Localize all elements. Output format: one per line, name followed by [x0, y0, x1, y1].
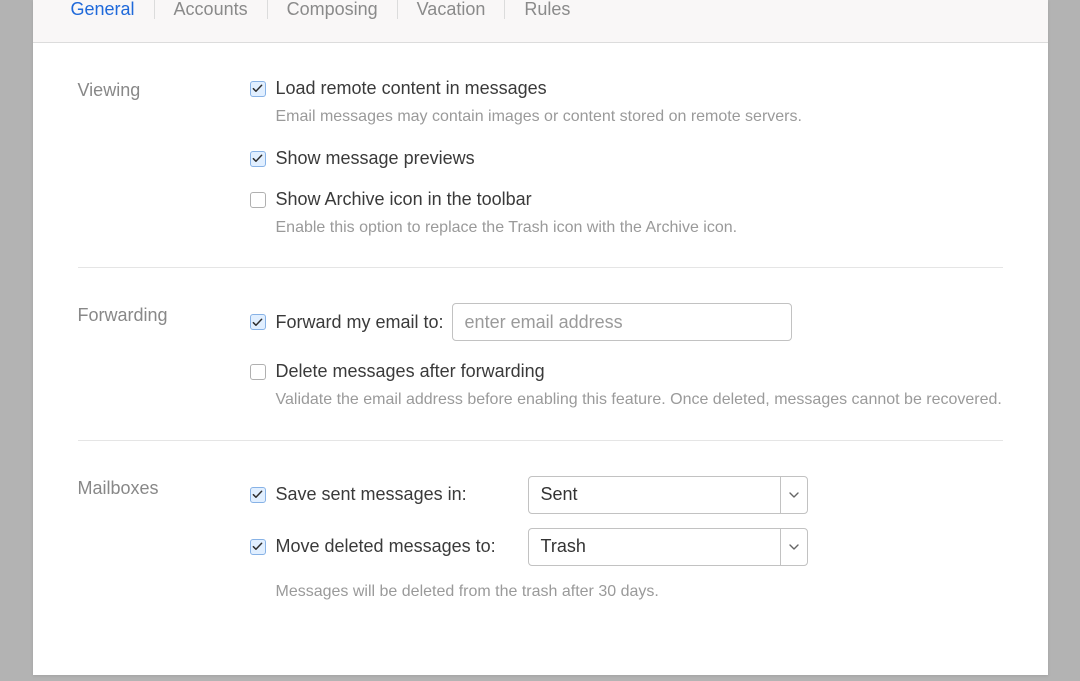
checkbox-move-deleted[interactable] [250, 539, 266, 555]
settings-content: Viewing Load remote content in messages … [33, 43, 1048, 681]
tab-separator [504, 0, 505, 19]
tab-general[interactable]: General [61, 0, 145, 18]
select-save-sent[interactable]: Sent [528, 476, 808, 514]
label-delete-after: Delete messages after forwarding [276, 361, 545, 382]
tab-composing[interactable]: Composing [277, 0, 388, 18]
section-label-mailboxes: Mailboxes [78, 476, 250, 603]
checkbox-show-previews[interactable] [250, 151, 266, 167]
label-move-deleted: Move deleted messages to: [276, 536, 516, 557]
checkbox-forward-to[interactable] [250, 314, 266, 330]
tab-bar: General Accounts Composing Vacation Rule… [33, 0, 1048, 43]
input-forward-email[interactable] [452, 303, 792, 341]
option-load-remote: Load remote content in messages Email me… [250, 78, 1003, 128]
section-label-viewing: Viewing [78, 78, 250, 239]
check-icon [252, 317, 263, 328]
checkbox-delete-after[interactable] [250, 364, 266, 380]
option-move-deleted: Move deleted messages to: Trash [250, 528, 1003, 566]
check-icon [252, 153, 263, 164]
tab-separator [154, 0, 155, 19]
check-icon [252, 541, 263, 552]
label-save-sent: Save sent messages in: [276, 484, 516, 505]
select-move-deleted[interactable]: Trash [528, 528, 808, 566]
select-save-sent-wrap: Sent [528, 476, 808, 514]
description-delete-after: Validate the email address before enabli… [276, 388, 1003, 411]
option-show-archive: Show Archive icon in the toolbar Enable … [250, 189, 1003, 239]
checkbox-show-archive[interactable] [250, 192, 266, 208]
section-viewing: Viewing Load remote content in messages … [78, 43, 1003, 268]
label-forward-to: Forward my email to: [276, 312, 444, 333]
section-body: Forward my email to: Delete messages aft… [250, 303, 1003, 411]
checkbox-load-remote[interactable] [250, 81, 266, 97]
label-show-archive: Show Archive icon in the toolbar [276, 189, 532, 210]
tab-separator [397, 0, 398, 19]
tab-separator [267, 0, 268, 19]
tab-accounts[interactable]: Accounts [164, 0, 258, 18]
option-save-sent: Save sent messages in: Sent [250, 476, 1003, 514]
section-body: Save sent messages in: Sent Move deleted… [250, 476, 1003, 603]
check-icon [252, 489, 263, 500]
settings-panel: General Accounts Composing Vacation Rule… [33, 0, 1048, 675]
section-label-forwarding: Forwarding [78, 303, 250, 411]
option-forward-to: Forward my email to: [250, 303, 1003, 341]
check-icon [252, 83, 263, 94]
description-load-remote: Email messages may contain images or con… [276, 105, 1003, 128]
section-mailboxes: Mailboxes Save sent messages in: Sent [78, 441, 1003, 631]
description-mailboxes: Messages will be deleted from the trash … [276, 580, 1003, 603]
tab-rules[interactable]: Rules [514, 0, 580, 18]
checkbox-save-sent[interactable] [250, 487, 266, 503]
section-forwarding: Forwarding Forward my email to: [78, 268, 1003, 440]
section-body: Load remote content in messages Email me… [250, 78, 1003, 239]
description-show-archive: Enable this option to replace the Trash … [276, 216, 1003, 239]
label-show-previews: Show message previews [276, 148, 475, 169]
tab-vacation[interactable]: Vacation [407, 0, 496, 18]
label-load-remote: Load remote content in messages [276, 78, 547, 99]
option-show-previews: Show message previews [250, 148, 1003, 169]
option-delete-after: Delete messages after forwarding Validat… [250, 361, 1003, 411]
select-move-deleted-wrap: Trash [528, 528, 808, 566]
